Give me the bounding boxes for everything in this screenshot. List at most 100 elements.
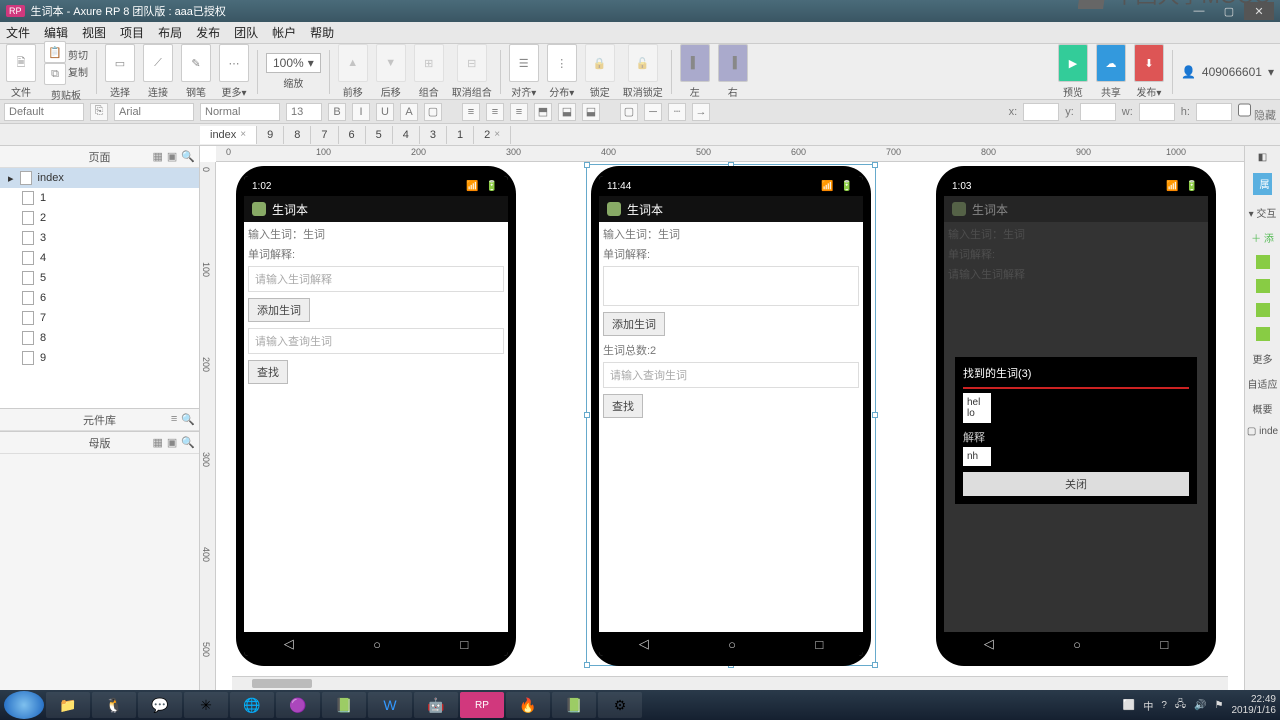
x-input[interactable] (1023, 103, 1059, 121)
ungroup-button[interactable]: ⊟ (457, 44, 487, 82)
share-button[interactable]: ☁ (1096, 44, 1126, 82)
tray-help-icon[interactable]: ? (1161, 700, 1167, 711)
state-icon[interactable] (1256, 279, 1270, 293)
align-right-text[interactable]: ≡ (510, 103, 528, 121)
italic-button[interactable]: I (352, 103, 370, 121)
align-center-text[interactable]: ≡ (486, 103, 504, 121)
tab-3[interactable]: 3 (420, 126, 447, 144)
page-item[interactable]: 2 (0, 208, 199, 228)
fill-button[interactable]: ▢ (620, 103, 638, 121)
tray-icon[interactable]: ⬜ (1123, 700, 1135, 711)
canvas-area[interactable]: 0100 200300 400500 600700 800900 1000 01… (200, 146, 1244, 690)
tab-5[interactable]: 5 (366, 126, 393, 144)
phone-mockup-1[interactable]: 1:02📶 🔋 生词本 输入生词：生词 单词解释: 请输入生词解释 添加生词 请… (236, 166, 516, 666)
taskbar-app[interactable]: 🟣 (276, 692, 320, 718)
taskbar-app[interactable]: 📗 (552, 692, 596, 718)
menu-file[interactable]: 文件 (6, 24, 30, 41)
phone-mockup-2[interactable]: 11:44📶 🔋 生词本 输入生词：生词 单词解释: 添加生词 生词总数:2 请… (591, 166, 871, 666)
taskbar-wps[interactable]: W (368, 692, 412, 718)
unlock-button[interactable]: 🔓 (628, 44, 658, 82)
page-tree[interactable]: ▸ index 1 2 3 4 5 6 7 8 9 (0, 168, 199, 408)
phone-mockup-3[interactable]: 1:03📶 🔋 生词本 输入生词：生词 单词解释: 请输入生词解释 找到的生词(… (936, 166, 1216, 666)
add-folder-icon[interactable]: ▣ (167, 150, 177, 163)
align-button[interactable]: ☰ (509, 44, 539, 82)
w-input[interactable] (1139, 103, 1175, 121)
add-page-icon[interactable]: ▦ (152, 150, 162, 163)
user-menu[interactable]: 👤 409066601 ▾ (1181, 65, 1274, 79)
inspector-toggle-icon[interactable]: ◧ (1258, 152, 1267, 163)
page-item-index[interactable]: ▸ index (0, 168, 199, 188)
tab-4[interactable]: 4 (393, 126, 420, 144)
text-color-button[interactable]: A (400, 103, 418, 121)
state-icon[interactable] (1256, 255, 1270, 269)
valign-top[interactable]: ⬒ (534, 103, 552, 121)
bg-color-button[interactable]: ▢ (424, 103, 442, 121)
lib-menu-icon[interactable]: ≡ (171, 413, 177, 426)
ime-indicator[interactable]: 中 (1143, 698, 1153, 713)
state-icon[interactable] (1256, 303, 1270, 317)
distribute-button[interactable]: ⋮ (547, 44, 577, 82)
add-interaction-icon[interactable]: ＋ 添 (1251, 230, 1274, 245)
cut-label[interactable]: 剪切 (68, 47, 88, 62)
taskbar-app[interactable]: ✳ (184, 692, 228, 718)
h-input[interactable] (1196, 103, 1232, 121)
start-button[interactable] (4, 691, 44, 719)
menu-team[interactable]: 团队 (234, 24, 258, 41)
master-search-icon[interactable]: 🔍 (181, 436, 195, 449)
taskbar-axure[interactable]: RP (460, 692, 504, 718)
y-input[interactable] (1080, 103, 1116, 121)
more-tool[interactable]: ⋯ (219, 44, 249, 82)
search-word-button[interactable]: 查找 (248, 360, 288, 384)
tab-8[interactable]: 8 (284, 126, 311, 144)
menu-edit[interactable]: 编辑 (44, 24, 68, 41)
taskbar-wechat[interactable]: 💬 (138, 692, 182, 718)
menu-account[interactable]: 帐户 (272, 24, 296, 41)
tab-6[interactable]: 6 (339, 126, 366, 144)
state-icon[interactable] (1256, 327, 1270, 341)
menu-view[interactable]: 视图 (82, 24, 106, 41)
tab-1[interactable]: 1 (447, 126, 474, 144)
page-item[interactable]: 1 (0, 188, 199, 208)
page-item[interactable]: 8 (0, 328, 199, 348)
master-add-icon[interactable]: ▦ (152, 436, 162, 449)
menu-publish[interactable]: 发布 (196, 24, 220, 41)
page-item[interactable]: 5 (0, 268, 199, 288)
copy-label[interactable]: 复制 (68, 64, 88, 79)
menu-help[interactable]: 帮助 (310, 24, 334, 41)
system-tray[interactable]: ⬜ 中 ? 🖧 🔊 ⚑ 22:492019/1/16 (1123, 694, 1276, 716)
lock-button[interactable]: 🔒 (585, 44, 615, 82)
master-folder-icon[interactable]: ▣ (167, 436, 177, 449)
underline-button[interactable]: U (376, 103, 394, 121)
align-left-button[interactable]: ▌ (680, 44, 710, 82)
page-item[interactable]: 6 (0, 288, 199, 308)
close-tab-icon[interactable]: × (240, 129, 246, 140)
pen-tool[interactable]: ✎ (181, 44, 211, 82)
taskbar-chrome[interactable]: 🌐 (230, 692, 274, 718)
add-word-button[interactable]: 添加生词 (248, 298, 310, 322)
style-select[interactable] (4, 103, 84, 121)
hidden-checkbox[interactable]: 隐藏 (1238, 101, 1276, 123)
tab-7[interactable]: 7 (311, 126, 338, 144)
page-item[interactable]: 3 (0, 228, 199, 248)
align-right-button[interactable]: ▐ (718, 44, 748, 82)
connect-tool[interactable]: ⟋ (143, 44, 173, 82)
group-button[interactable]: ⊞ (414, 44, 444, 82)
tab-2[interactable]: 2× (474, 126, 511, 144)
page-item[interactable]: 7 (0, 308, 199, 328)
zoom-select[interactable]: 100%▾ (266, 53, 321, 73)
taskbar-app[interactable]: 🔥 (506, 692, 550, 718)
page-item[interactable]: 4 (0, 248, 199, 268)
arrow-button[interactable]: → (692, 103, 710, 121)
style-copy-icon[interactable]: ⎘ (90, 103, 108, 121)
taskbar-androidstudio[interactable]: 🤖 (414, 692, 458, 718)
size-input[interactable] (286, 103, 322, 121)
select-tool[interactable]: ▭ (105, 44, 135, 82)
preview-button[interactable]: ▶ (1058, 44, 1088, 82)
canvas-h-scrollbar[interactable] (232, 676, 1228, 690)
publish-button[interactable]: ⬇ (1134, 44, 1164, 82)
font-select[interactable] (114, 103, 194, 121)
search-page-icon[interactable]: 🔍 (181, 150, 195, 163)
bring-front-button[interactable]: ▲ (338, 44, 368, 82)
line-button[interactable]: ─ (644, 103, 662, 121)
tab-9[interactable]: 9 (257, 126, 284, 144)
